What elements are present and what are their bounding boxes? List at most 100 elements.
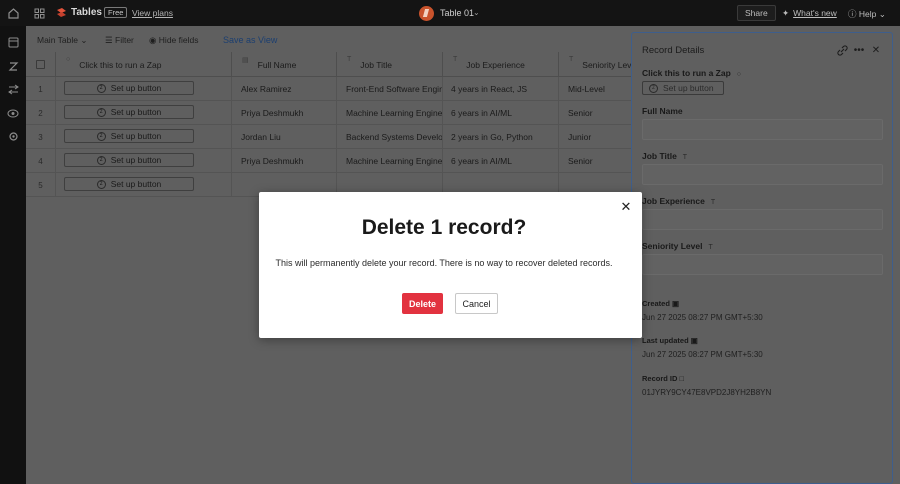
panel-set-up-button-label: Set up button <box>663 83 714 93</box>
created-label: Created ▣ <box>642 299 679 308</box>
seniority-cell[interactable]: Mid-Level <box>559 77 632 101</box>
text-type-icon: T <box>682 154 688 161</box>
record-details-panel: Record Details ••• ✕ Click this to run a… <box>631 32 893 484</box>
set-up-button[interactable]: z Set up button <box>64 81 194 95</box>
whats-new-link[interactable]: ✦ What's new <box>782 8 837 19</box>
settings-gear-icon[interactable] <box>5 128 21 144</box>
row-number: 4 <box>26 149 56 173</box>
hide-fields-label: Hide fields <box>158 35 199 45</box>
cancel-button[interactable]: Cancel <box>455 293 498 314</box>
tables-logo-icon <box>53 5 69 21</box>
zap-icon[interactable] <box>5 58 21 74</box>
filter-label: Filter <box>115 35 134 45</box>
select-all-cell <box>26 52 56 77</box>
link-icon[interactable] <box>836 45 848 57</box>
help-circle-icon: ⓘ <box>848 9 857 19</box>
full-name-cell[interactable]: Jordan Liu <box>232 125 337 149</box>
more-options-icon[interactable]: ••• <box>853 45 865 57</box>
close-panel-icon[interactable]: ✕ <box>870 45 882 57</box>
job-experience-cell[interactable]: 4 years in React, JS <box>443 77 559 101</box>
text-type-icon: T <box>710 199 716 206</box>
seniority-cell[interactable]: Senior <box>559 149 632 173</box>
column-header-job-experience[interactable]: T Job Experience <box>443 52 559 77</box>
top-bar: Tables Free View plans Table 01 ⌄ Share … <box>0 0 900 26</box>
help-menu[interactable]: ⓘ Help ⌄ <box>848 8 886 20</box>
megaphone-icon: ✦ <box>782 8 790 18</box>
set-up-button-label: Set up button <box>110 83 162 93</box>
table-row[interactable]: 2 z Set up button Priya Deshmukh Machine … <box>26 101 632 125</box>
close-icon[interactable]: ✕ <box>620 200 632 213</box>
field-label-text: Job Experience <box>642 196 705 206</box>
chevron-down-icon[interactable]: ⌄ <box>473 8 480 17</box>
hide-fields-button[interactable]: ◉ Hide fields <box>149 35 198 46</box>
field-label-text: Seniority Level <box>642 241 703 251</box>
set-up-button[interactable]: z Set up button <box>64 177 194 191</box>
table-row[interactable]: 3 z Set up button Jordan Liu Backend Syst… <box>26 125 632 149</box>
full-name-cell[interactable]: Priya Deshmukh <box>232 101 337 125</box>
set-up-button[interactable]: z Set up button <box>64 129 194 143</box>
zap-circle-icon: z <box>96 179 106 189</box>
eye-icon[interactable] <box>5 105 21 121</box>
transfer-icon[interactable] <box>5 81 21 97</box>
save-as-view-button[interactable]: Save as View <box>223 35 277 45</box>
view-name: Main Table <box>37 35 78 45</box>
column-header-full-name[interactable]: ▤ Full Name <box>232 52 337 77</box>
full-name-cell[interactable]: Priya Deshmukh <box>232 149 337 173</box>
job-experience-cell[interactable]: 6 years in AI/ML <box>443 101 559 125</box>
zap-cell: z Set up button <box>56 77 232 101</box>
seniority-cell[interactable]: Senior <box>559 101 632 125</box>
set-up-button-label: Set up button <box>110 179 162 189</box>
left-rail <box>0 26 26 484</box>
home-icon[interactable] <box>5 5 21 21</box>
view-selector[interactable]: Main Table ⌄ <box>37 35 87 46</box>
field-label-job-title: Job Title T <box>642 151 687 161</box>
seniority-cell[interactable]: Junior <box>559 125 632 149</box>
job-title-cell[interactable]: Front-End Software Engineer <box>337 77 443 101</box>
full-name-input[interactable] <box>642 119 883 140</box>
share-button[interactable]: Share <box>737 5 776 21</box>
select-all-checkbox[interactable] <box>36 60 45 69</box>
column-header-label: Seniority Level <box>582 59 632 70</box>
seniority-input[interactable] <box>642 254 883 275</box>
panel-set-up-button[interactable]: z Set up button <box>642 81 724 95</box>
job-title-cell[interactable]: Machine Learning Engineer <box>337 149 443 173</box>
apps-grid-icon[interactable] <box>31 5 47 21</box>
text-type-icon: T <box>708 244 713 251</box>
zap-circle-icon: z <box>96 131 106 141</box>
row-number: 3 <box>26 125 56 149</box>
confirm-delete-button[interactable]: Delete <box>402 293 443 314</box>
column-header-label: Full Name <box>257 59 297 70</box>
set-up-button[interactable]: z Set up button <box>64 105 194 119</box>
table-row[interactable]: 4 z Set up button Priya Deshmukh Machine … <box>26 149 632 173</box>
zap-circle-icon: z <box>96 107 106 117</box>
job-title-cell[interactable]: Backend Systems Developer <box>337 125 443 149</box>
view-plans-link[interactable]: View plans <box>132 8 173 18</box>
zap-field-label: Click this to run a Zap ○ <box>642 68 741 78</box>
column-header-job-title[interactable]: T Job Title <box>337 52 443 77</box>
job-experience-cell[interactable]: 2 years in Go, Python <box>443 125 559 149</box>
job-title-cell[interactable]: Machine Learning Engineer <box>337 101 443 125</box>
job-experience-input[interactable] <box>642 209 883 230</box>
updated-label: Last updated ▣ <box>642 336 698 345</box>
row-number: 1 <box>26 77 56 101</box>
field-label-seniority: Seniority Level T <box>642 241 713 251</box>
job-title-input[interactable] <box>642 164 883 185</box>
record-id-label-text: Record ID <box>642 374 678 383</box>
text-type-icon: T <box>347 56 352 63</box>
table-row[interactable]: 1 z Set up button Alex Ramirez Front-End … <box>26 77 632 101</box>
zap-cell: z Set up button <box>56 173 232 197</box>
set-up-button[interactable]: z Set up button <box>64 153 194 167</box>
updated-value: Jun 27 2025 08:27 PM GMT+5:30 <box>642 350 763 359</box>
column-header-seniority[interactable]: T Seniority Level <box>559 52 632 77</box>
record-id-value: 01JYRY9CY47E8VPD2J8YH2B8YN <box>642 388 772 397</box>
plan-badge: Free <box>104 7 128 18</box>
layout-icon[interactable] <box>5 34 21 50</box>
job-experience-cell[interactable]: 6 years in AI/ML <box>443 149 559 173</box>
text-type-icon: T <box>453 56 458 63</box>
dialog-message: This will permanently delete your record… <box>275 258 613 268</box>
full-name-cell[interactable]: Alex Ramirez <box>232 77 337 101</box>
table-name[interactable]: Table 01 <box>440 8 474 18</box>
column-header-zap[interactable]: ○ Click this to run a Zap <box>56 52 232 77</box>
row-number: 5 <box>26 173 56 197</box>
filter-button[interactable]: ☰ Filter <box>105 35 134 46</box>
